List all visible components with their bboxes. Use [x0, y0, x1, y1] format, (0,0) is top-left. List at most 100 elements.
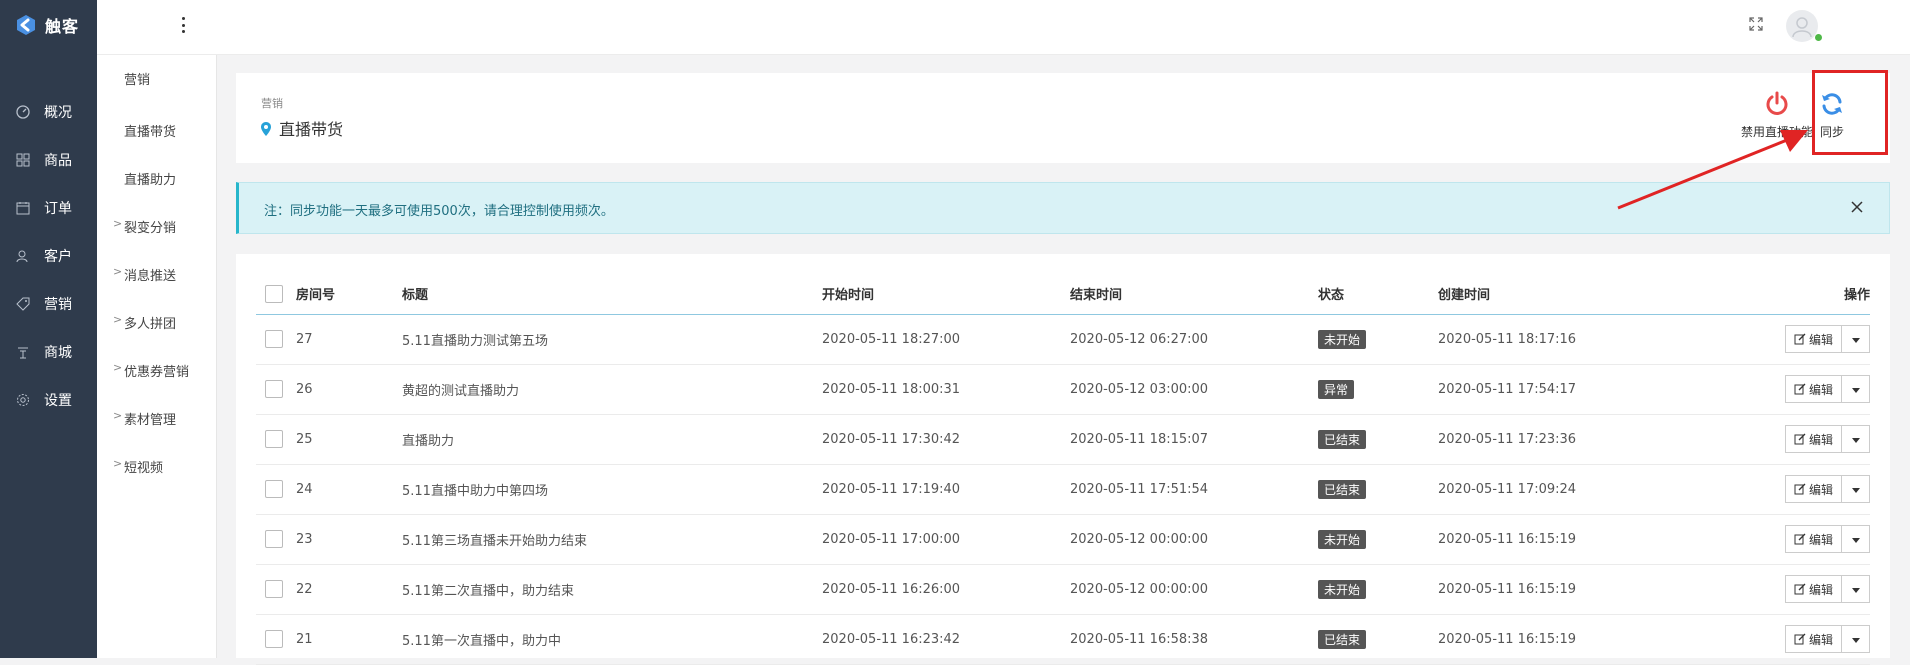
column-header-room[interactable]: 房间号 — [296, 274, 402, 315]
caret-down-icon — [1851, 482, 1860, 497]
row-checkbox[interactable] — [265, 380, 283, 398]
more-menu-icon[interactable] — [180, 17, 186, 33]
caret-down-icon — [1851, 432, 1860, 447]
column-header-end[interactable]: 结束时间 — [1070, 274, 1318, 315]
page-header-card: 营销 直播带货 禁用直播功能 同步 — [236, 73, 1890, 163]
edit-button[interactable]: 编辑 — [1784, 375, 1842, 403]
cell-title: 5.11第一次直播中，助力中 — [402, 614, 822, 665]
edit-dropdown-button[interactable] — [1842, 525, 1870, 553]
table-row[interactable]: 27 5.11直播助力测试第五场 2020-05-11 18:27:00 202… — [256, 314, 1870, 365]
submenu-item-label: 优惠券营销 — [124, 365, 190, 380]
table-row[interactable]: 22 5.11第二次直播中，助力结束 2020-05-11 16:26:00 2… — [256, 564, 1870, 615]
sidebar-item-products[interactable]: 商品 — [0, 136, 97, 184]
cell-end: 2020-05-12 03:00:00 — [1070, 364, 1318, 415]
edit-button-group: 编辑 — [1784, 375, 1870, 403]
row-checkbox[interactable] — [265, 480, 283, 498]
brand-name: 触客 — [45, 17, 80, 36]
cell-created: 2020-05-11 18:17:16 — [1438, 314, 1738, 365]
edit-button-label: 编辑 — [1808, 532, 1833, 547]
cell-end: 2020-05-11 17:51:54 — [1070, 464, 1318, 515]
cell-room: 26 — [296, 364, 402, 415]
fullscreen-icon[interactable] — [1748, 16, 1764, 32]
brand-logo[interactable]: 触客 — [14, 10, 79, 40]
cell-ops: 编辑 — [1738, 514, 1870, 565]
row-checkbox[interactable] — [265, 530, 283, 548]
column-header-created[interactable]: 创建时间 — [1438, 274, 1738, 315]
edit-button-label: 编辑 — [1808, 382, 1833, 397]
online-status-dot — [1815, 34, 1822, 41]
cell-status: 未开始 — [1318, 564, 1438, 615]
edit-dropdown-button[interactable] — [1842, 475, 1870, 503]
sidebar-item-marketing[interactable]: 营销 — [0, 280, 97, 328]
caret-down-icon — [1851, 332, 1860, 347]
table-row[interactable]: 23 5.11第三场直播未开始助力结束 2020-05-11 17:00:00 … — [256, 514, 1870, 565]
edit-button[interactable]: 编辑 — [1784, 525, 1842, 553]
edit-icon — [1794, 433, 1806, 445]
gear-icon — [16, 393, 30, 407]
cell-room: 27 — [296, 314, 402, 365]
location-pin-icon — [261, 121, 271, 136]
edit-button-label: 编辑 — [1808, 482, 1833, 497]
edit-button-group: 编辑 — [1784, 325, 1870, 353]
edit-dropdown-button[interactable] — [1842, 575, 1870, 603]
edit-dropdown-button[interactable] — [1842, 375, 1870, 403]
column-header-start[interactable]: 开始时间 — [822, 274, 1070, 315]
row-checkbox[interactable] — [265, 580, 283, 598]
row-checkbox[interactable] — [265, 430, 283, 448]
submenu-item-label: 直播助力 — [124, 173, 177, 188]
cell-end: 2020-05-12 00:00:00 — [1070, 514, 1318, 565]
cell-end: 2020-05-12 06:27:00 — [1070, 314, 1318, 365]
submenu-item-label: 素材管理 — [124, 413, 177, 428]
edit-dropdown-button[interactable] — [1842, 425, 1870, 453]
cell-start: 2020-05-11 16:26:00 — [822, 564, 1070, 615]
column-header-title[interactable]: 标题 — [402, 274, 822, 315]
edit-button[interactable]: 编辑 — [1784, 475, 1842, 503]
row-checkbox[interactable] — [265, 630, 283, 648]
sidebar-nav: 概况 商品 订单 客户 营销 商城 设置 — [0, 88, 97, 424]
page-title-text: 直播带货 — [279, 120, 344, 139]
logo-icon — [14, 13, 38, 37]
edit-button[interactable]: 编辑 — [1784, 575, 1842, 603]
edit-button-group: 编辑 — [1784, 475, 1870, 503]
table-row[interactable]: 24 5.11直播中助力中第四场 2020-05-11 17:19:40 202… — [256, 464, 1870, 515]
sidebar-item-orders[interactable]: 订单 — [0, 184, 97, 232]
table-row[interactable]: 21 5.11第一次直播中，助力中 2020-05-11 16:23:42 20… — [256, 614, 1870, 665]
edit-button-label: 编辑 — [1808, 332, 1833, 347]
power-icon — [1764, 91, 1790, 117]
edit-button[interactable]: 编辑 — [1784, 325, 1842, 353]
table-row[interactable]: 25 直播助力 2020-05-11 17:30:42 2020-05-11 1… — [256, 414, 1870, 465]
sidebar-item-overview[interactable]: 概况 — [0, 88, 97, 136]
cell-created: 2020-05-11 16:15:19 — [1438, 514, 1738, 565]
table-row[interactable]: 26 黄超的测试直播助力 2020-05-11 18:00:31 2020-05… — [256, 364, 1870, 415]
cell-title: 5.11直播中助力中第四场 — [402, 464, 822, 515]
breadcrumb[interactable]: 营销 — [261, 95, 283, 111]
status-badge: 未开始 — [1318, 529, 1367, 549]
avatar[interactable] — [1786, 10, 1818, 42]
sidebar-item-settings[interactable]: 设置 — [0, 376, 97, 424]
sidebar-item-customers[interactable]: 客户 — [0, 232, 97, 280]
edit-button-label: 编辑 — [1808, 632, 1833, 647]
disable-live-button[interactable]: 禁用直播功能 — [1734, 91, 1820, 140]
cell-room: 21 — [296, 614, 402, 665]
cell-start: 2020-05-11 17:30:42 — [822, 414, 1070, 465]
sidebar-item-label: 客户 — [44, 249, 72, 265]
edit-dropdown-button[interactable] — [1842, 625, 1870, 653]
row-checkbox[interactable] — [265, 330, 283, 348]
column-header-status[interactable]: 状态 — [1318, 274, 1438, 315]
cell-room: 25 — [296, 414, 402, 465]
edit-button-group: 编辑 — [1784, 525, 1870, 553]
chevron-right-icon: > — [113, 361, 123, 374]
sidebar-item-label: 设置 — [44, 393, 72, 409]
edit-button[interactable]: 编辑 — [1784, 625, 1842, 653]
chevron-right-icon: > — [113, 313, 123, 326]
cell-end: 2020-05-11 18:15:07 — [1070, 414, 1318, 465]
close-icon[interactable] — [1847, 197, 1867, 217]
sidebar-item-store[interactable]: 商城 — [0, 328, 97, 376]
sidebar-item-label: 商城 — [44, 345, 72, 361]
caret-down-icon — [1851, 382, 1860, 397]
edit-dropdown-button[interactable] — [1842, 325, 1870, 353]
cell-room: 23 — [296, 514, 402, 565]
edit-button[interactable]: 编辑 — [1784, 425, 1842, 453]
select-all-checkbox[interactable] — [265, 284, 283, 303]
grid-icon — [16, 153, 30, 167]
